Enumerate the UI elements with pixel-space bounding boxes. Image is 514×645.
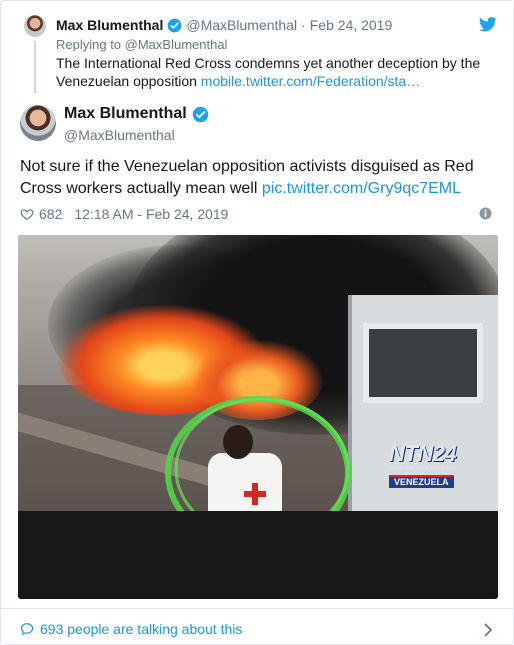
scene-truck-window (363, 323, 483, 403)
parent-author-handle[interactable]: @MaxBlumenthal (186, 17, 297, 33)
author-name[interactable]: Max Blumenthal (64, 105, 187, 123)
chevron-right-icon[interactable] (484, 623, 493, 637)
author-name-row: Max Blumenthal (64, 105, 209, 123)
ntn24-country: VENEZUELA (389, 475, 454, 488)
author-avatar[interactable] (20, 105, 56, 141)
footer-divider (1, 608, 514, 609)
like-count[interactable]: 682 (39, 206, 62, 222)
speech-bubble-icon (20, 623, 34, 635)
author-handle[interactable]: @MaxBlumenthal (64, 127, 175, 143)
parent-tweet[interactable]: Max Blumenthal @MaxBlumenthal · Feb 24, … (1, 1, 514, 97)
parent-tweet-text: The International Red Cross condemns yet… (56, 54, 496, 90)
replying-to-label[interactable]: Replying to @MaxBlumenthal (56, 37, 227, 52)
ntn24-watermark: NTN24 NUESTRA TELE NOTICIAS VENEZUELA (389, 442, 475, 492)
twitter-bird-icon[interactable] (479, 17, 497, 32)
date-separator: · (301, 17, 306, 33)
conversation-footer[interactable]: 693 people are talking about this (20, 620, 242, 638)
thread-connector-line (34, 41, 36, 93)
verified-badge-icon (192, 106, 208, 122)
ntn24-subtitle: NUESTRA TELE NOTICIAS (389, 466, 456, 472)
parent-author-name[interactable]: Max Blumenthal (56, 17, 163, 33)
annotation-circle (165, 396, 351, 511)
info-icon[interactable] (479, 207, 492, 220)
tweet-text: Not sure if the Venezuelan opposition ac… (20, 156, 500, 200)
conversation-count-link[interactable]: 693 people are talking about this (40, 621, 242, 637)
embedded-tweet-card: Max Blumenthal @MaxBlumenthal · Feb 24, … (0, 0, 514, 645)
tweet-meta-row: 682 12:18 AM - Feb 24, 2019 (20, 204, 228, 224)
ntn24-logo: NTN24 (389, 441, 457, 466)
parent-tweet-link[interactable]: mobile.twitter.com/Federation/sta… (201, 73, 420, 89)
parent-tweet-header: Max Blumenthal @MaxBlumenthal · Feb 24, … (56, 15, 392, 35)
video-letterbox (18, 511, 498, 599)
heart-icon[interactable] (20, 207, 34, 221)
parent-author-avatar[interactable] (24, 15, 46, 37)
parent-tweet-date[interactable]: Feb 24, 2019 (310, 17, 393, 33)
video-frame: NTN24 NUESTRA TELE NOTICIAS VENEZUELA (18, 235, 498, 511)
tweet-timestamp[interactable]: 12:18 AM - Feb 24, 2019 (74, 206, 228, 222)
verified-badge-icon (167, 18, 182, 32)
tweet-media-link[interactable]: pic.twitter.com/Gry9qc7EML (262, 180, 461, 197)
tweet-media-video[interactable]: NTN24 NUESTRA TELE NOTICIAS VENEZUELA (18, 235, 498, 599)
